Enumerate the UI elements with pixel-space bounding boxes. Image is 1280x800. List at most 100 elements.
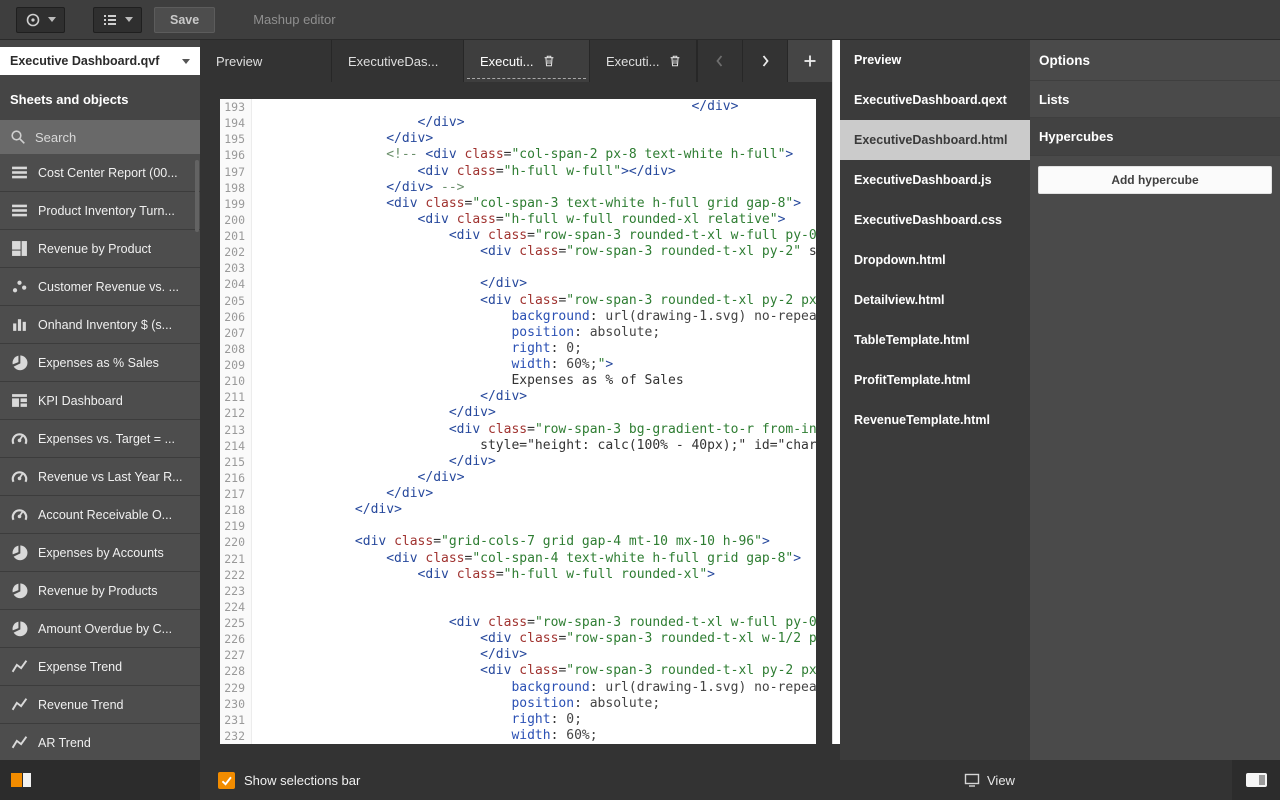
sheet-object-item[interactable]: Product Inventory Turn... <box>0 192 200 230</box>
code-line: 196 <!-- <div class="col-span-2 px-8 tex… <box>220 147 816 163</box>
sheet-object-label: Revenue Trend <box>38 698 123 712</box>
add-hypercube-button[interactable]: Add hypercube <box>1038 166 1272 194</box>
search-icon <box>0 129 26 145</box>
file-item[interactable]: ExecutiveDashboard.qext <box>840 80 1030 120</box>
sheet-object-label: AR Trend <box>38 736 91 750</box>
editor-scrollbar[interactable] <box>832 40 840 744</box>
panel-toggle-icon[interactable] <box>1246 773 1267 787</box>
line-number: 203 <box>220 260 252 276</box>
code-line: 217 </div> <box>220 486 816 502</box>
code-line: 229 background: url(drawing-1.svg) no-re… <box>220 680 816 696</box>
code-text: <div class="col-span-4 text-white h-full… <box>252 551 816 567</box>
line-number: 196 <box>220 147 252 163</box>
sheet-object-item[interactable]: Cost Center Report (00... <box>0 154 200 192</box>
options-title: Options <box>1030 40 1280 80</box>
tab-scroll-right-button[interactable] <box>742 40 787 82</box>
code-text: <div class="row-span-3 rounded-t-xl w-fu… <box>252 615 816 631</box>
code-text <box>252 599 816 615</box>
line-number: 201 <box>220 228 252 244</box>
search-input[interactable] <box>26 130 200 145</box>
code-text: <!-- <div class="col-span-2 px-8 text-wh… <box>252 147 816 163</box>
code-text: </div> <box>252 647 816 663</box>
code-line: 210 Expenses as % of Sales <box>220 373 816 389</box>
line-number: 198 <box>220 180 252 196</box>
chevron-down-icon <box>48 17 56 22</box>
list-dropdown-button[interactable] <box>93 7 142 33</box>
sheet-object-item[interactable]: Customer Revenue vs. ... <box>0 268 200 306</box>
sheet-object-label: Onhand Inventory $ (s... <box>38 318 172 332</box>
sheet-object-item[interactable]: Expense Trend <box>0 648 200 686</box>
sheet-object-item[interactable]: Account Receivable O... <box>0 496 200 534</box>
sheet-object-item[interactable]: Expenses as % Sales <box>0 344 200 382</box>
show-selections-checkbox[interactable] <box>218 772 235 789</box>
plus-icon <box>802 53 818 69</box>
editor-tab[interactable]: ExecutiveDas... <box>332 40 464 82</box>
view-button[interactable]: View <box>964 760 1015 800</box>
code-text: <div class="row-span-3 rounded-t-xl py-2… <box>252 244 816 260</box>
line-number: 216 <box>220 470 252 486</box>
sheet-object-item[interactable]: Revenue vs Last Year R... <box>0 458 200 496</box>
treemap-icon <box>11 240 28 257</box>
editor-tab[interactable]: Executi... <box>464 40 590 82</box>
sheet-object-label: Account Receivable O... <box>38 508 172 522</box>
file-item-label: Detailview.html <box>854 293 945 307</box>
file-item[interactable]: ExecutiveDashboard.html <box>840 120 1030 160</box>
app-selector-dropdown[interactable]: Executive Dashboard.qvf <box>0 47 200 75</box>
code-line: 224 <box>220 599 816 615</box>
code-editor[interactable]: 193 </div>194 </div>195 </div>196 <!-- <… <box>220 99 816 744</box>
code-text: </div> <box>252 454 816 470</box>
trash-icon[interactable] <box>668 54 682 68</box>
editor-tab[interactable]: Executi... <box>590 40 697 82</box>
add-tab-button[interactable] <box>787 40 832 82</box>
sheet-object-item[interactable]: Revenue Trend <box>0 686 200 724</box>
options-item-lists[interactable]: Lists <box>1030 80 1280 118</box>
file-item[interactable]: Detailview.html <box>840 280 1030 320</box>
layout-toggle-icon[interactable] <box>11 773 31 787</box>
editor-tab[interactable]: Preview <box>200 40 332 82</box>
code-line: 205 <div class="row-span-3 rounded-t-xl … <box>220 293 816 309</box>
sheet-object-item[interactable]: AR Trend <box>0 724 200 760</box>
code-text: <div class="row-span-3 rounded-t-xl py-2… <box>252 663 816 679</box>
file-item[interactable]: Dropdown.html <box>840 240 1030 280</box>
page-title: Mashup editor <box>253 12 335 27</box>
pie-chart-icon <box>11 354 28 371</box>
line-number: 226 <box>220 631 252 647</box>
line-number: 223 <box>220 583 252 599</box>
code-line: 204 </div> <box>220 276 816 292</box>
navigation-dropdown-button[interactable] <box>16 7 65 33</box>
sheet-object-item[interactable]: Expenses by Accounts <box>0 534 200 572</box>
chevron-right-icon <box>757 53 773 69</box>
app-selector-label: Executive Dashboard.qvf <box>10 54 159 68</box>
file-item[interactable]: ProfitTemplate.html <box>840 360 1030 400</box>
tab-scroll-left-button[interactable] <box>697 40 742 82</box>
file-item[interactable]: ExecutiveDashboard.js <box>840 160 1030 200</box>
sheet-object-item[interactable]: Onhand Inventory $ (s... <box>0 306 200 344</box>
sheet-object-item[interactable]: Amount Overdue by C... <box>0 610 200 648</box>
file-item-label: Preview <box>854 53 901 67</box>
sheet-object-item[interactable]: KPI Dashboard <box>0 382 200 420</box>
file-item[interactable]: ExecutiveDashboard.css <box>840 200 1030 240</box>
sheet-object-item[interactable]: Revenue by Products <box>0 572 200 610</box>
search-bar[interactable] <box>0 120 200 154</box>
line-number: 222 <box>220 567 252 583</box>
options-list: ListsHypercubes <box>1030 80 1280 156</box>
save-button[interactable]: Save <box>154 7 215 33</box>
file-item[interactable]: RevenueTemplate.html <box>840 400 1030 440</box>
code-line: 200 <div class="h-full w-full rounded-xl… <box>220 212 816 228</box>
tabs-holder: PreviewExecutiveDas...Executi...Executi.… <box>200 40 697 82</box>
options-item-hypercubes[interactable]: Hypercubes <box>1030 118 1280 156</box>
line-number: 206 <box>220 309 252 325</box>
trash-icon[interactable] <box>542 54 556 68</box>
code-text: <div class="h-full w-full rounded-xl rel… <box>252 212 816 228</box>
file-item[interactable]: Preview <box>840 40 1030 80</box>
pie-chart-icon <box>11 544 28 561</box>
sheet-object-item[interactable]: Expenses vs. Target = ... <box>0 420 200 458</box>
line-chart-icon <box>11 658 28 675</box>
line-number: 195 <box>220 131 252 147</box>
sidebar-scrollbar[interactable] <box>195 160 199 232</box>
code-text: position: absolute; <box>252 325 816 341</box>
file-item[interactable]: TableTemplate.html <box>840 320 1030 360</box>
code-line: 232 width: 60%; <box>220 728 816 744</box>
line-number: 210 <box>220 373 252 389</box>
sheet-object-item[interactable]: Revenue by Product <box>0 230 200 268</box>
